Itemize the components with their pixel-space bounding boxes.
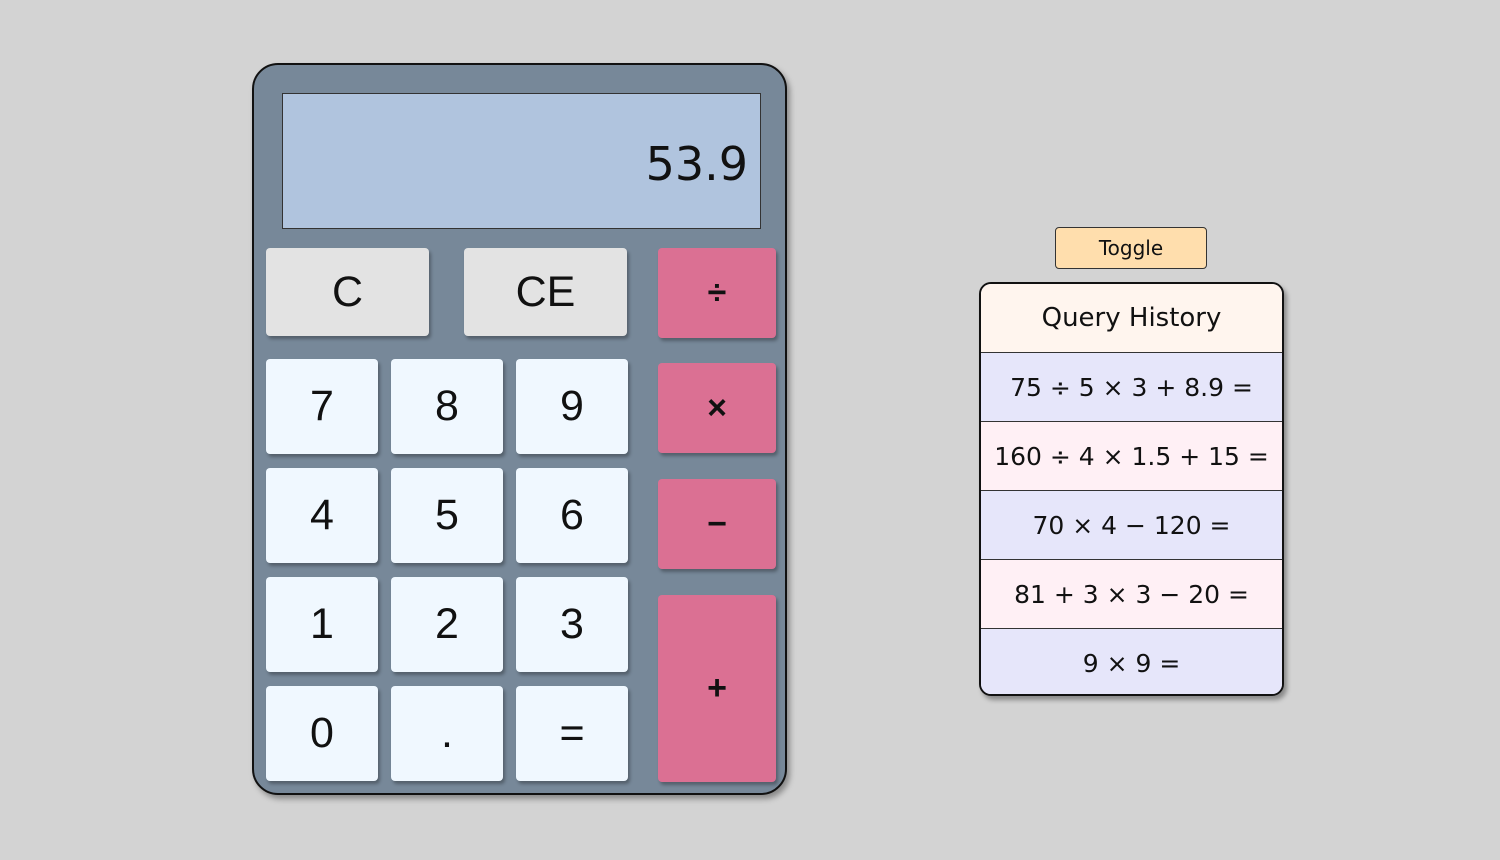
multiply-button[interactable]: × bbox=[658, 363, 776, 453]
subtract-button[interactable]: − bbox=[658, 479, 776, 569]
digit-4-button[interactable]: 4 bbox=[266, 468, 378, 563]
query-history-panel: Query History 75 ÷ 5 × 3 + 8.9 = 160 ÷ 4… bbox=[979, 282, 1284, 696]
digit-1-button[interactable]: 1 bbox=[266, 577, 378, 672]
history-title: Query History bbox=[981, 284, 1282, 353]
clear-button[interactable]: C bbox=[266, 248, 429, 336]
digit-2-button[interactable]: 2 bbox=[391, 577, 503, 672]
digit-7-button[interactable]: 7 bbox=[266, 359, 378, 454]
history-item[interactable]: 160 ÷ 4 × 1.5 + 15 = bbox=[981, 422, 1282, 491]
clear-entry-button[interactable]: CE bbox=[464, 248, 627, 336]
toggle-history-button[interactable]: Toggle bbox=[1055, 227, 1207, 269]
history-item[interactable]: 75 ÷ 5 × 3 + 8.9 = bbox=[981, 353, 1282, 422]
digit-5-button[interactable]: 5 bbox=[391, 468, 503, 563]
add-button[interactable]: + bbox=[658, 595, 776, 782]
digit-3-button[interactable]: 3 bbox=[516, 577, 628, 672]
digit-8-button[interactable]: 8 bbox=[391, 359, 503, 454]
digit-6-button[interactable]: 6 bbox=[516, 468, 628, 563]
divide-button[interactable]: ÷ bbox=[658, 248, 776, 338]
calculator: 53.9 C CE ÷ 7 8 9 × 4 5 6 − 1 2 3 + 0 . … bbox=[252, 63, 787, 795]
history-item[interactable]: 81 + 3 × 3 − 20 = bbox=[981, 560, 1282, 629]
history-item[interactable]: 9 × 9 = bbox=[981, 629, 1282, 694]
decimal-button[interactable]: . bbox=[391, 686, 503, 781]
equals-button[interactable]: = bbox=[516, 686, 628, 781]
digit-9-button[interactable]: 9 bbox=[516, 359, 628, 454]
digit-0-button[interactable]: 0 bbox=[266, 686, 378, 781]
calculator-display: 53.9 bbox=[282, 93, 761, 229]
history-item[interactable]: 70 × 4 − 120 = bbox=[981, 491, 1282, 560]
display-value: 53.9 bbox=[645, 137, 748, 191]
